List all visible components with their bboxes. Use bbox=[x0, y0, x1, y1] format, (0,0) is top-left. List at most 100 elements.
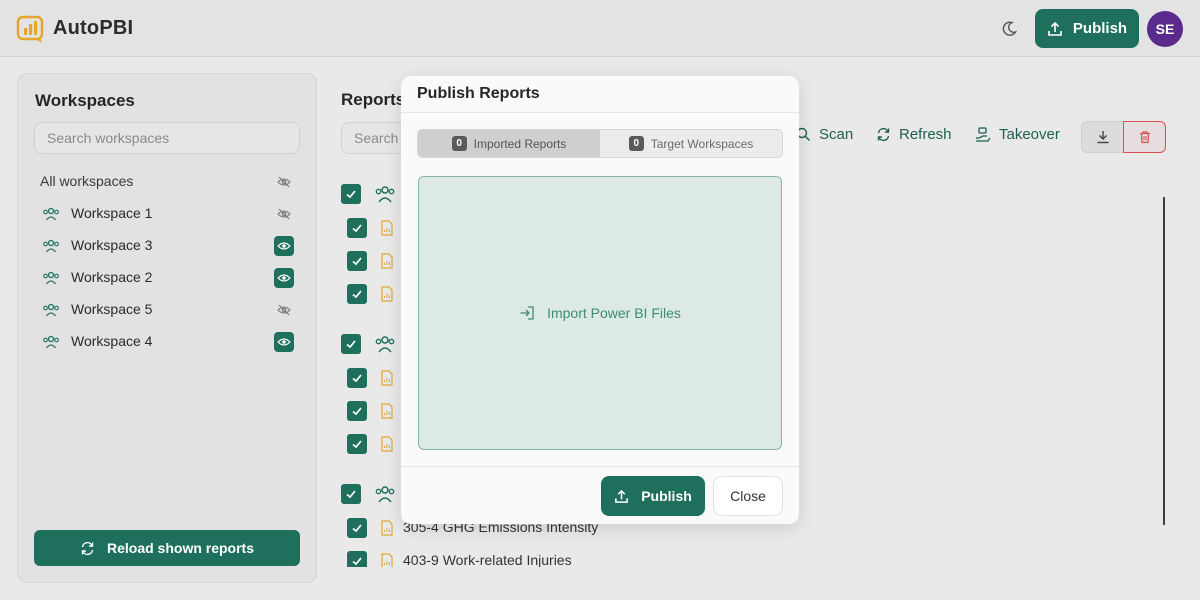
reports-scrollbar[interactable] bbox=[1163, 197, 1165, 525]
users-icon bbox=[43, 239, 59, 253]
report-file-icon bbox=[381, 286, 393, 302]
sidebar-item-label: Workspace 5 bbox=[71, 301, 153, 317]
users-icon bbox=[375, 486, 395, 503]
users-icon bbox=[375, 336, 395, 353]
takeover-button[interactable]: Takeover bbox=[975, 126, 1060, 143]
report-name: 403-9 Work-related Injuries bbox=[403, 552, 572, 567]
checkbox-checked[interactable] bbox=[347, 218, 367, 238]
users-icon bbox=[43, 207, 59, 221]
delete-button[interactable] bbox=[1123, 121, 1166, 153]
takeover-icon bbox=[976, 127, 991, 142]
user-avatar[interactable]: SE bbox=[1147, 11, 1183, 47]
tab-count-badge: 0 bbox=[451, 136, 467, 151]
sidebar-item-workspace-3[interactable]: Workspace 3 bbox=[18, 230, 316, 262]
report-file-icon bbox=[381, 220, 393, 236]
reload-button-label: Reload shown reports bbox=[106, 540, 255, 556]
dialog-title: Publish Reports bbox=[417, 85, 540, 102]
sidebar-item-label: Workspace 3 bbox=[71, 237, 153, 253]
eye-icon[interactable] bbox=[274, 268, 294, 288]
report-file-icon bbox=[381, 370, 393, 386]
checkbox-checked[interactable] bbox=[347, 551, 367, 567]
workspaces-sidebar: Workspaces Search workspaces All workspa… bbox=[17, 73, 317, 583]
publish-button[interactable]: Publish bbox=[1035, 9, 1139, 48]
users-icon bbox=[43, 335, 59, 349]
dialog-publish-button[interactable]: Publish bbox=[601, 476, 705, 516]
reload-shown-reports-button[interactable]: Reload shown reports bbox=[34, 530, 300, 566]
users-icon bbox=[43, 303, 59, 317]
report-file-icon bbox=[381, 436, 393, 452]
dark-mode-toggle-icon[interactable] bbox=[1000, 20, 1018, 38]
download-button[interactable] bbox=[1081, 121, 1124, 153]
refresh-button[interactable]: Refresh bbox=[876, 126, 952, 143]
check-icon bbox=[352, 224, 362, 233]
report-file-icon bbox=[381, 520, 393, 536]
autopbi-logo-icon bbox=[16, 15, 44, 43]
checkbox-checked[interactable] bbox=[341, 484, 361, 504]
dialog-publish-label: Publish bbox=[641, 488, 692, 504]
dialog-close-button[interactable]: Close bbox=[713, 476, 783, 516]
sidebar-item-workspace-5[interactable]: Workspace 5 bbox=[18, 294, 316, 326]
publish-button-label: Publish bbox=[1072, 20, 1128, 37]
eye-icon[interactable] bbox=[274, 236, 294, 256]
check-icon bbox=[352, 374, 362, 383]
users-icon bbox=[43, 271, 59, 285]
check-icon bbox=[346, 190, 356, 199]
check-icon bbox=[352, 407, 362, 416]
tab-count-badge: 0 bbox=[628, 136, 644, 151]
eye-off-icon[interactable] bbox=[274, 300, 294, 320]
dialog-tabs: 0 Imported Reports 0 Target Workspaces bbox=[417, 129, 783, 158]
sidebar-item-workspace-1[interactable]: Workspace 1 bbox=[18, 198, 316, 230]
sidebar-item-all-workspaces[interactable]: All workspaces bbox=[18, 166, 316, 198]
checkbox-checked[interactable] bbox=[347, 251, 367, 271]
publish-reports-dialog: Publish Reports 0 Imported Reports 0 Tar… bbox=[401, 76, 799, 524]
divider bbox=[401, 112, 799, 113]
tab-target-workspaces[interactable]: 0 Target Workspaces bbox=[600, 130, 782, 157]
sidebar-item-label: All workspaces bbox=[40, 173, 134, 189]
eye-off-icon[interactable] bbox=[274, 172, 294, 192]
app-title: AutoPBI bbox=[53, 17, 134, 39]
divider bbox=[401, 466, 799, 467]
sidebar-item-workspace-2[interactable]: Workspace 2 bbox=[18, 262, 316, 294]
scan-button-label: Scan bbox=[819, 126, 854, 143]
refresh-icon bbox=[81, 541, 94, 555]
checkbox-checked[interactable] bbox=[341, 184, 361, 204]
sidebar-item-label: Workspace 4 bbox=[71, 333, 153, 349]
checkbox-checked[interactable] bbox=[347, 518, 367, 538]
checkbox-checked[interactable] bbox=[347, 401, 367, 421]
tab-label: Imported Reports bbox=[473, 136, 567, 151]
upload-icon bbox=[1048, 21, 1062, 36]
eye-icon[interactable] bbox=[274, 332, 294, 352]
tab-imported-reports[interactable]: 0 Imported Reports bbox=[418, 130, 600, 157]
reports-title: Reports bbox=[341, 90, 406, 109]
report-file-icon bbox=[381, 553, 393, 567]
download-icon bbox=[1097, 131, 1108, 144]
sidebar-item-label: Workspace 2 bbox=[71, 269, 153, 285]
check-icon bbox=[352, 257, 362, 266]
workspace-list: All workspaces Workspace 1 Workspace 3 W… bbox=[18, 166, 316, 358]
report-row[interactable]: 403-9 Work-related Injuries bbox=[347, 551, 647, 567]
check-icon bbox=[352, 440, 362, 449]
check-icon bbox=[346, 490, 356, 499]
scan-button[interactable]: Scan bbox=[796, 126, 853, 143]
import-icon bbox=[520, 306, 534, 320]
users-icon bbox=[375, 186, 395, 203]
check-icon bbox=[352, 290, 362, 299]
sidebar-title: Workspaces bbox=[35, 91, 135, 110]
check-icon bbox=[352, 524, 362, 533]
workspace-search-input[interactable]: Search workspaces bbox=[34, 122, 300, 154]
tab-label: Target Workspaces bbox=[650, 136, 754, 151]
checkbox-checked[interactable] bbox=[347, 284, 367, 304]
takeover-button-label: Takeover bbox=[999, 126, 1060, 143]
refresh-icon bbox=[877, 127, 890, 142]
import-files-dropzone[interactable]: Import Power BI Files bbox=[418, 176, 782, 450]
eye-off-icon[interactable] bbox=[274, 204, 294, 224]
checkbox-checked[interactable] bbox=[347, 368, 367, 388]
check-icon bbox=[352, 557, 362, 566]
report-file-icon bbox=[381, 403, 393, 419]
checkbox-checked[interactable] bbox=[347, 434, 367, 454]
sidebar-item-label: Workspace 1 bbox=[71, 205, 153, 221]
app-header: AutoPBI Publish SE bbox=[0, 0, 1200, 57]
checkbox-checked[interactable] bbox=[341, 334, 361, 354]
sidebar-item-workspace-4[interactable]: Workspace 4 bbox=[18, 326, 316, 358]
check-icon bbox=[346, 340, 356, 349]
